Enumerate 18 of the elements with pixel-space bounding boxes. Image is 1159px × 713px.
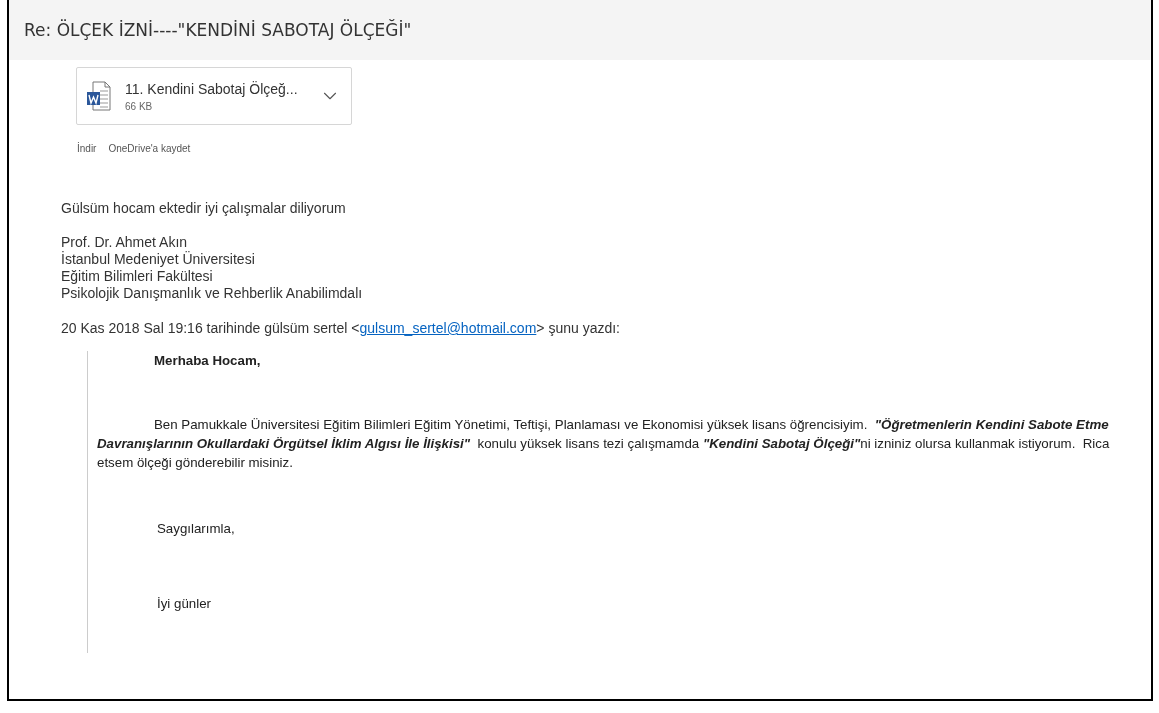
attachment-name: 11. Kendini Sabotaj Ölçeğ... <box>125 80 299 97</box>
quote-header: 20 Kas 2018 Sal 19:16 tarihinde gülsüm sertel <gulsum_sertel@hotmail.com> şunu yazdı: <box>61 320 621 337</box>
signature-line: Prof. Dr. Ahmet Akın <box>61 234 189 251</box>
attachment-action-link[interactable]: İndir <box>77 143 97 154</box>
email-link[interactable]: gulsum_sertel@hotmail.com <box>359 320 537 336</box>
signature-line: Eğitim Bilimleri Fakültesi <box>61 268 214 285</box>
message-paragraph: Ben Pamukkale Üniversitesi Eğitim Bilimleri Eğitim Yönetimi, Teftişi, Planlaması ve Ekonomisi yüksek lisans öğrencisiyim. "Öğretmenlerin Kendini Sabote Etme Davranışlarının Okullardaki Örgütsel İklim Algısı İle İlişkisi" konulu yüksek lisans tezi çalışmamda "Kendini Sabotaj Ölçeği"ni izniniz olursa kullanmak istiyorum. Rica etsem ölçeği gönderebilir misiniz. <box>97 416 1111 472</box>
attachment-action-link[interactable]: OneDrive'a kaydet <box>108 143 191 154</box>
attachment-size: 66 KB <box>125 100 154 112</box>
signature-line: İstanbul Medeniyet Üniversitesi <box>61 251 256 268</box>
signature-line: Psikolojik Danışmanlık ve Rehberlik Anabilimdalı <box>61 285 364 302</box>
farewell: İyi günler <box>156 595 212 613</box>
closing: Saygılarımla, <box>156 520 236 538</box>
email-subject: Re: ÖLÇEK İZNİ----"KENDİNİ SABOTAJ ÖLÇEĞİ" <box>24 20 412 40</box>
word-document-icon <box>87 81 111 111</box>
attachment-card[interactable]: 11. Kendini Sabotaj Ölçeğ... 66 KB <box>76 67 352 125</box>
reply-text: Gülsüm hocam ektedir iyi çalışmalar diliyorum <box>61 200 347 217</box>
salutation: Merhaba Hocam, <box>153 352 262 370</box>
